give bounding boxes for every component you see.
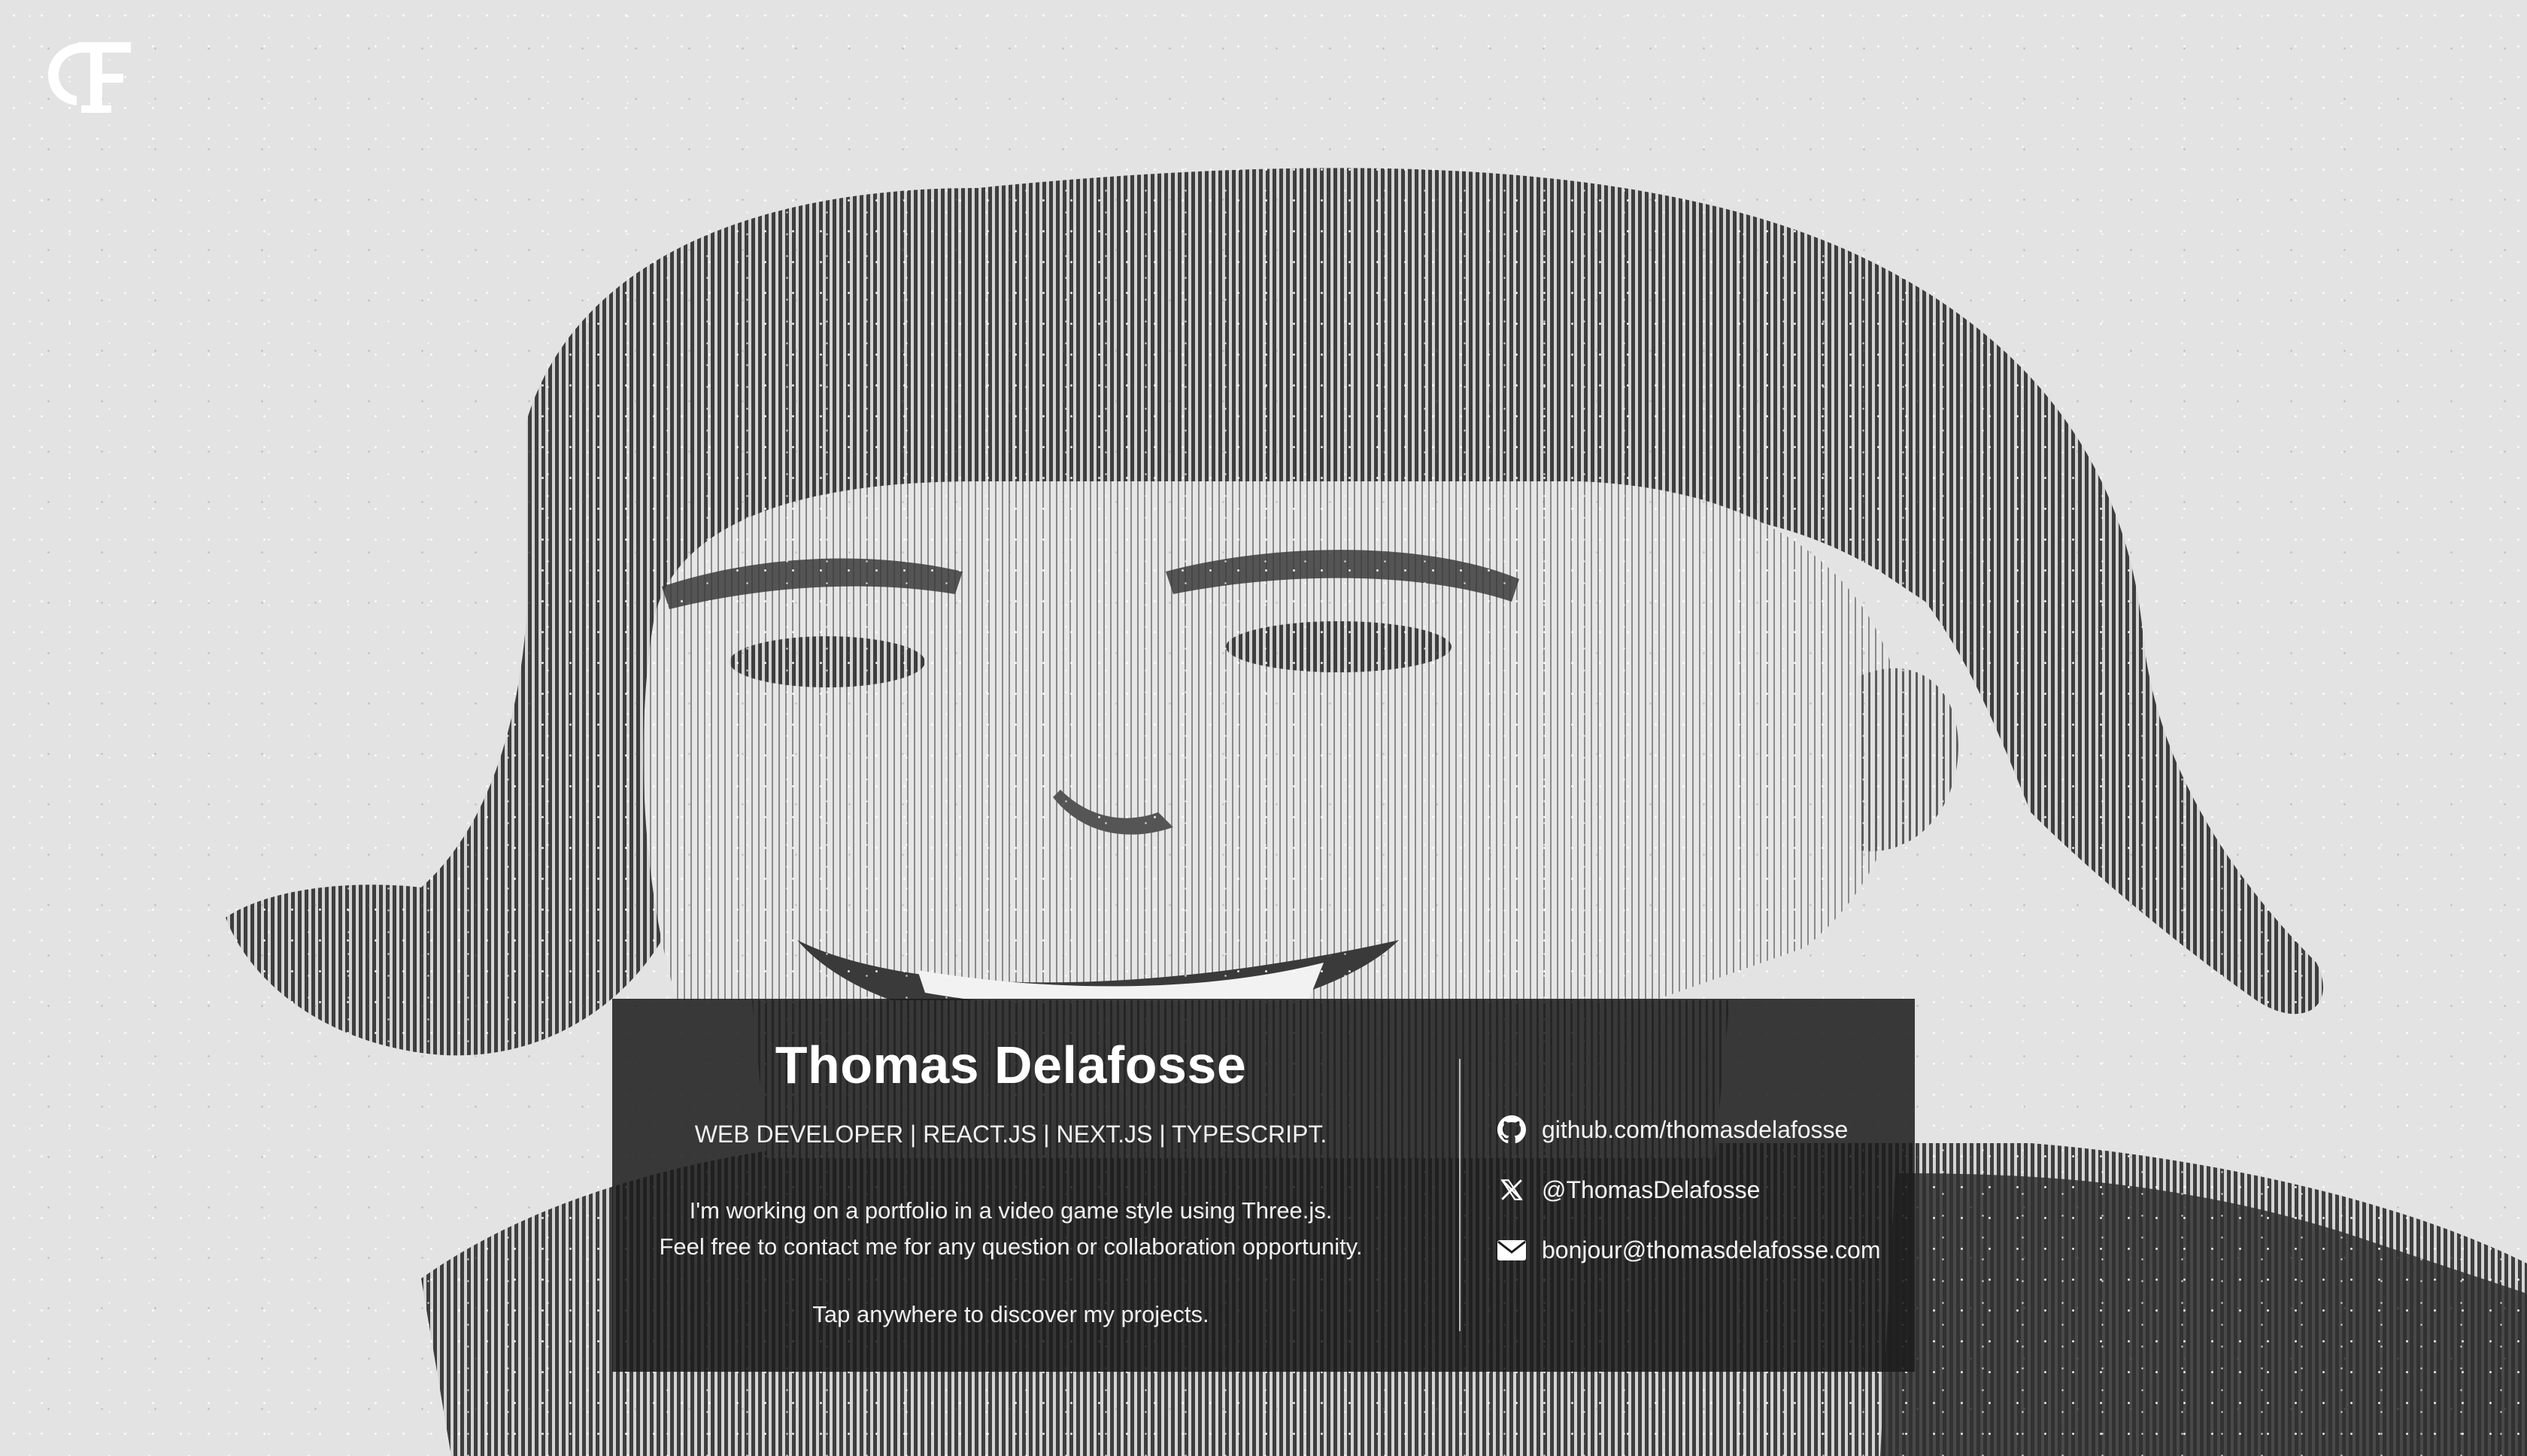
intro-line-2: Feel free to contact me for any question… xyxy=(659,1233,1363,1260)
intro-card: Thomas Delafosse WEB DEVELOPER | REACT.J… xyxy=(612,999,1915,1372)
intro-section: Thomas Delafosse WEB DEVELOPER | REACT.J… xyxy=(612,999,1409,1372)
email-link[interactable]: bonjour@thomasdelafosse.com xyxy=(1497,1233,1903,1266)
logo-icon[interactable] xyxy=(41,36,138,120)
x-link[interactable]: @ThomasDelafosse xyxy=(1497,1173,1903,1206)
intro-text: I'm working on a portfolio in a video ga… xyxy=(612,1193,1409,1265)
contact-links: github.com/thomasdelafosse @ThomasDelafo… xyxy=(1497,1113,1903,1294)
discover-projects-cta[interactable]: Tap anywhere to discover my projects. xyxy=(612,1301,1409,1328)
tagline: WEB DEVELOPER | REACT.JS | NEXT.JS | TYP… xyxy=(694,1121,1327,1148)
email-link-label: bonjour@thomasdelafosse.com xyxy=(1542,1236,1881,1263)
x-link-label: @ThomasDelafosse xyxy=(1542,1175,1761,1203)
page-title: Thomas Delafosse xyxy=(775,1036,1247,1094)
github-link-label: github.com/thomasdelafosse xyxy=(1542,1115,1849,1143)
x-icon xyxy=(1497,1175,1527,1205)
github-link[interactable]: github.com/thomasdelafosse xyxy=(1497,1113,1903,1146)
github-icon xyxy=(1497,1115,1527,1145)
divider xyxy=(1459,1059,1461,1331)
page-canvas[interactable]: Thomas Delafosse WEB DEVELOPER | REACT.J… xyxy=(0,0,2527,1456)
intro-line-1: I'm working on a portfolio in a video ga… xyxy=(689,1197,1333,1224)
mail-icon xyxy=(1497,1235,1527,1265)
